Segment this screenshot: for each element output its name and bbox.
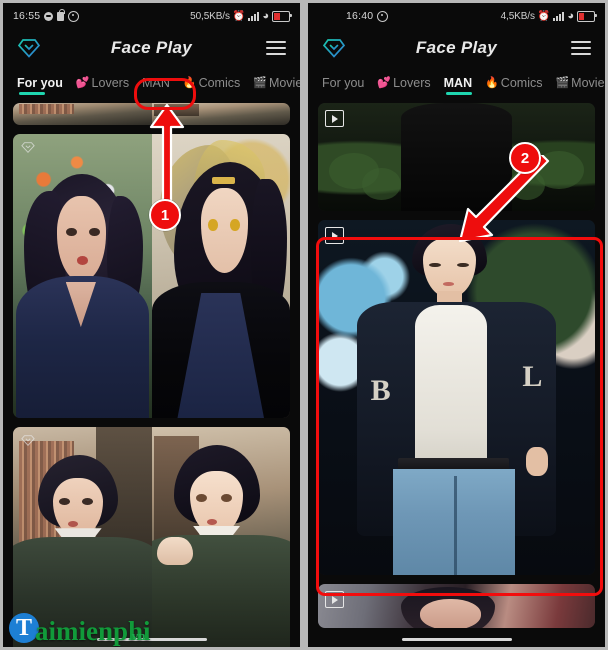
tab-label: For you — [17, 76, 63, 90]
gesture-bar-right — [308, 637, 605, 641]
tab-comics[interactable]: 🔥 Comics — [485, 71, 551, 95]
lovers-emoji-icon: 💕 — [75, 76, 90, 89]
tab-label: For you — [322, 76, 365, 90]
lock-icon — [57, 8, 65, 21]
battery-icon — [272, 10, 292, 22]
play-icon[interactable] — [325, 110, 344, 127]
card-photo-anime — [151, 134, 290, 418]
hamburger-menu-icon[interactable] — [266, 40, 286, 56]
tab-movie[interactable]: 🎬 Movie — [253, 71, 300, 95]
category-tabs-right[interactable]: For you 💕 Lovers MAN 🔥 Comics 🎬 Movie — [308, 67, 605, 103]
tab-for-you[interactable]: For you — [322, 71, 373, 95]
annotation-badge-2: 2 — [509, 142, 541, 174]
card-media — [318, 103, 595, 211]
phone-screen-right: 16:40 4,5KB/s ⏰ ◕ Face Play For you 💕 Lo… — [308, 3, 605, 647]
battery-icon — [577, 10, 597, 22]
app-header-right: Face Play — [308, 29, 605, 67]
status-right-group: 50,5KB/s ⏰ ◕ — [190, 10, 292, 22]
clapper-emoji-icon: 🎬 — [555, 76, 570, 89]
tab-label: Lovers — [393, 76, 431, 90]
hamburger-menu-icon[interactable] — [571, 40, 591, 56]
gem-icon[interactable] — [322, 37, 346, 59]
status-clock: 16:40 — [346, 10, 374, 22]
tab-label: Comics — [198, 76, 241, 90]
favorite-heart-icon[interactable] — [21, 141, 35, 154]
card-photo-left — [13, 103, 152, 125]
tab-for-you[interactable]: For you — [17, 71, 72, 95]
list-item[interactable] — [318, 103, 595, 211]
status-bar-left: 16:55 50,5KB/s ⏰ ◕ — [3, 3, 300, 29]
tab-label: MAN — [443, 76, 473, 90]
favorite-heart-icon[interactable] — [21, 434, 35, 447]
alarm-icon: ⏰ — [537, 10, 551, 22]
tab-lovers[interactable]: 💕 Lovers — [377, 71, 439, 95]
gem-icon[interactable] — [17, 37, 41, 59]
status-left-group: 16:40 — [346, 10, 389, 22]
wifi-icon: ◕ — [262, 10, 269, 22]
status-bar-right: 16:40 4,5KB/s ⏰ ◕ — [308, 3, 605, 29]
tab-label: Movie — [268, 76, 300, 90]
status-left-group: 16:55 — [13, 8, 80, 22]
watermark-tld: .vn — [128, 628, 146, 643]
status-clock: 16:55 — [13, 10, 41, 22]
network-speed: 50,5KB/s — [190, 10, 230, 22]
card-media — [13, 134, 290, 418]
clapper-emoji-icon: 🎬 — [253, 76, 267, 89]
app-title: Face Play — [415, 38, 498, 57]
tab-label: Movie — [571, 76, 605, 90]
signal-icon — [553, 11, 565, 21]
card-photo-real — [13, 134, 152, 418]
tab-label: Lovers — [91, 76, 130, 90]
signal-icon — [248, 11, 260, 21]
tab-lovers[interactable]: 💕 Lovers — [76, 71, 138, 95]
network-speed: 4,5KB/s — [500, 10, 535, 22]
app-header-left: Face Play — [3, 29, 300, 67]
wifi-icon: ◕ — [567, 10, 574, 22]
annotation-highlight-selected-card — [316, 237, 603, 596]
tab-movie[interactable]: 🎬 Movie — [555, 71, 605, 95]
fire-emoji-icon: 🔥 — [485, 76, 499, 89]
tab-active-indicator — [19, 91, 45, 95]
watermark: T aimienphi .vn — [9, 613, 151, 644]
annotation-ring-man-tab — [134, 78, 196, 110]
message-icon — [44, 11, 54, 21]
status-right-group: 4,5KB/s ⏰ ◕ — [500, 10, 597, 22]
record-icon — [68, 10, 80, 22]
feed-left[interactable] — [3, 103, 300, 647]
app-title: Face Play — [110, 38, 193, 57]
screenshot-stage: 16:55 50,5KB/s ⏰ ◕ Face Play For you 💕 L… — [0, 0, 608, 650]
list-item[interactable] — [13, 134, 290, 418]
tab-label: Comics — [500, 76, 543, 90]
tab-active-indicator — [445, 91, 472, 95]
record-icon — [377, 10, 389, 22]
alarm-icon: ⏰ — [232, 10, 246, 22]
phone-screen-left: 16:55 50,5KB/s ⏰ ◕ Face Play For you 💕 L… — [3, 3, 300, 647]
annotation-badge-1: 1 — [149, 199, 181, 231]
lovers-emoji-icon: 💕 — [377, 76, 392, 89]
tab-man[interactable]: MAN — [444, 71, 481, 95]
card-photo-anime — [151, 427, 290, 647]
